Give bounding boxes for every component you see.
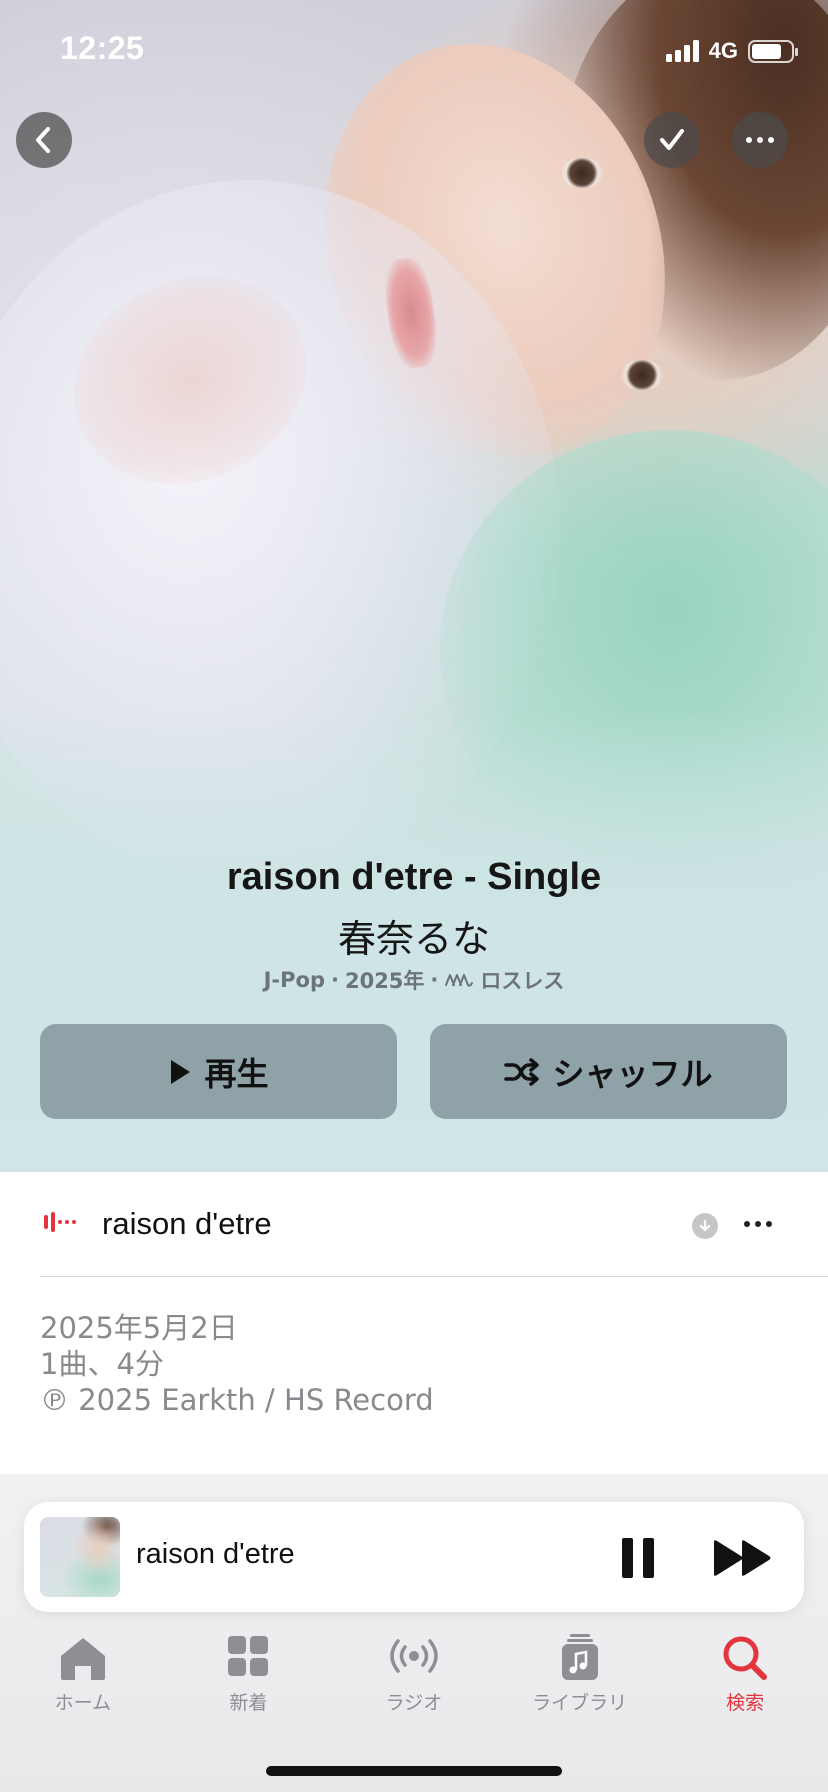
tab-label: ライブラリ (532, 1692, 628, 1714)
tab-label: ホーム (54, 1692, 112, 1714)
grid-icon (228, 1636, 269, 1676)
shuffle-icon (504, 1057, 540, 1086)
signal-icon (665, 40, 699, 62)
home-indicator[interactable] (266, 1766, 562, 1776)
tab-library[interactable]: ライブラリ (497, 1632, 663, 1715)
status-time: 12:25 (60, 30, 145, 66)
album-artwork (0, 0, 828, 1172)
chevron-left-icon (36, 127, 50, 153)
divider (40, 1276, 828, 1277)
track-title: raison d'etre (102, 1206, 272, 1241)
play-button[interactable]: 再生 (40, 1024, 397, 1119)
mini-player-artwork (40, 1517, 120, 1597)
downloaded-icon (692, 1213, 718, 1239)
now-playing-icon (44, 1212, 76, 1232)
play-icon (171, 1059, 191, 1084)
album-title: raison d'etre - Single (226, 856, 602, 898)
ellipsis-icon (744, 1221, 772, 1227)
added-to-library-button[interactable] (644, 112, 700, 168)
checkmark-icon (660, 129, 684, 150)
play-label: 再生 (204, 1054, 269, 1093)
tab-label: 新着 (229, 1692, 268, 1714)
pause-button[interactable] (622, 1538, 654, 1578)
tab-radio[interactable]: ラジオ (331, 1632, 497, 1715)
shuffle-button[interactable]: シャッフル (430, 1024, 787, 1119)
release-date: 2025年5月2日 (40, 1311, 238, 1345)
more-options-button[interactable] (732, 112, 788, 168)
ellipsis-icon (746, 137, 774, 143)
shuffle-label: シャッフル (552, 1054, 713, 1093)
library-icon (561, 1634, 598, 1680)
radio-icon (390, 1639, 438, 1673)
tab-label: 検索 (726, 1692, 765, 1714)
album-genre: J-Pop (263, 968, 325, 992)
search-icon (723, 1636, 768, 1680)
back-button[interactable] (16, 112, 72, 168)
album-artist[interactable]: 春奈るな (0, 908, 828, 963)
home-icon (60, 1638, 105, 1680)
tab-bar: ホーム 新着 ラジオ ライブラリ 検索 (0, 1632, 828, 1715)
mini-player-title: raison d'etre (136, 1538, 295, 1570)
track-more-button[interactable] (744, 1221, 772, 1227)
tab-search[interactable]: 検索 (662, 1632, 828, 1715)
release-info: 2025年5月2日 1曲、4分 ℗ 2025 Earkth / HS Recor… (40, 1310, 434, 1418)
battery-icon (748, 39, 798, 63)
album-year: 2025年 (344, 969, 425, 993)
network-type: 4G (708, 38, 738, 63)
status-indicators: 4G (665, 38, 798, 64)
mini-player[interactable]: raison d'etre (24, 1502, 804, 1612)
album-meta: J-Pop · 2025年 · ロスレス (0, 965, 828, 995)
tab-home[interactable]: ホーム (0, 1632, 166, 1715)
fast-forward-button[interactable] (712, 1538, 774, 1578)
tab-label: ラジオ (385, 1692, 443, 1714)
tab-new[interactable]: 新着 (166, 1632, 332, 1715)
lossless-label: ロスレス (480, 969, 565, 993)
release-copyright: ℗ 2025 Earkth / HS Record (40, 1383, 434, 1417)
lossless-icon (445, 974, 474, 987)
release-summary: 1曲、4分 (40, 1347, 164, 1381)
track-row[interactable]: raison d'etre (0, 1172, 828, 1276)
